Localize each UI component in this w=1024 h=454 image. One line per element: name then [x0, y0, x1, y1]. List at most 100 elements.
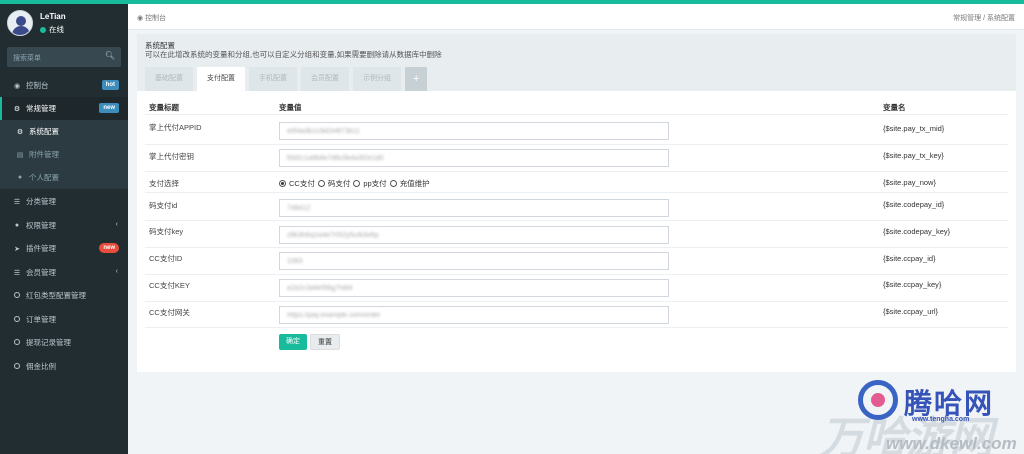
new-badge: new — [99, 103, 119, 113]
hot-badge: hot — [101, 80, 119, 90]
list-icon: ☰ — [13, 198, 21, 206]
breadcrumb: ◉ 控制台 常规管理 / 系统配置 — [128, 4, 1024, 30]
online-dot-icon — [40, 26, 46, 33]
column-header-name: 变量名 — [883, 103, 906, 112]
rocket-icon: ➤ — [14, 245, 20, 253]
var-name: {$site.ccpay_id} — [883, 254, 936, 263]
add-tab-button[interactable]: + — [405, 67, 428, 91]
radio-cc[interactable] — [279, 180, 286, 187]
sidebar-item-commission[interactable]: 佣金比例 — [0, 355, 128, 378]
sidebar-item-general[interactable]: ⚙ 常规管理 new — [0, 97, 128, 120]
sidebar-item-withdraw[interactable]: 提现记录管理 — [0, 331, 128, 354]
circle-icon — [14, 362, 20, 369]
tab-example[interactable]: 示例分组 — [353, 67, 401, 91]
row-label: 掌上代付APPID — [149, 123, 202, 132]
ccpay-id-input[interactable]: 1083 — [279, 252, 669, 270]
divider — [145, 114, 1008, 115]
config-tabs: 基础配置 支付配置 手机配置 会员配置 示例分组 + — [145, 67, 428, 91]
var-name: {$site.pay_now} — [883, 178, 936, 187]
divider — [145, 144, 1008, 145]
user-panel: LeTian 在线 — [0, 4, 128, 42]
cogs-icon: ⚙ — [13, 105, 21, 113]
divider — [145, 171, 1008, 172]
chevron-left-icon: ‹ — [115, 221, 118, 228]
divider — [145, 192, 1008, 193]
circle-icon — [14, 338, 20, 345]
file-icon: ▤ — [16, 151, 24, 159]
radio-codepay[interactable] — [317, 180, 325, 187]
tab-member[interactable]: 会员配置 — [301, 67, 349, 91]
sidebar-item-redpacket[interactable]: 红包类型配置管理 — [0, 284, 128, 307]
sidebar-item-dashboard[interactable]: ◉ 控制台 hot — [0, 74, 128, 97]
row-label: CC支付KEY — [149, 281, 190, 290]
tab-payment[interactable]: 支付配置 — [197, 67, 245, 91]
divider — [145, 220, 1008, 221]
panel-description: 可以在此增改系统的变量和分组,也可以自定义分组和变量,如果需要删除请从数据库中删… — [145, 50, 442, 59]
row-label: CC支付网关 — [149, 308, 190, 317]
watermark-url: www.tengha.com — [912, 416, 970, 423]
search-placeholder: 搜索菜单 — [13, 55, 41, 62]
sidebar-item-attachments[interactable]: ▤ 附件管理 — [0, 143, 128, 166]
ccpay-url-input[interactable]: https://pay.example.com/order — [279, 306, 669, 324]
sidebar-search-input[interactable]: 搜索菜单 🔍︎ — [7, 47, 121, 67]
config-panel: 系统配置 可以在此增改系统的变量和分组,也可以自定义分组和变量,如果需要删除请从… — [137, 34, 1016, 372]
ccpay-key-input[interactable]: a1b2c3d4e5f6g7h8i9 — [279, 279, 669, 297]
dashboard-icon: ◉ — [137, 15, 146, 22]
var-name: {$site.pay_tx_key} — [883, 151, 944, 160]
row-label: CC支付ID — [149, 254, 183, 263]
chevron-left-icon: ‹ — [115, 268, 118, 275]
tab-mobile[interactable]: 手机配置 — [249, 67, 297, 91]
avatar[interactable] — [7, 10, 33, 36]
row-label: 码支付key — [149, 227, 184, 236]
var-name: {$site.codepay_key} — [883, 227, 951, 236]
watermark-domain: www.dkewl.com — [886, 434, 1017, 453]
sidebar-item-orders[interactable]: 订单管理 — [0, 308, 128, 331]
user-status: 在线 — [40, 24, 64, 35]
var-name: {$site.pay_tx_mid} — [883, 124, 945, 133]
radio-maintenance[interactable] — [389, 180, 397, 187]
var-name: {$site.codepay_id} — [883, 200, 945, 209]
row-label: 掌上代付密钥 — [149, 152, 194, 161]
secret-input[interactable]: f0d2c1a9b8e7d6c5b4a3f2e1d0 — [279, 149, 669, 167]
gear-icon: ⚙ — [16, 128, 24, 136]
user-name: LeTian — [40, 12, 66, 21]
confirm-button[interactable]: 确定 — [279, 334, 307, 350]
tab-basic[interactable]: 基础配置 — [145, 67, 193, 91]
sidebar-item-category[interactable]: ☰ 分类管理 — [0, 190, 128, 213]
radio-pp[interactable] — [353, 180, 361, 187]
codepay-id-input[interactable]: 748412 — [279, 199, 669, 217]
column-header-value: 变量值 — [279, 103, 302, 112]
panel-header: 系统配置 可以在此增改系统的变量和分组,也可以自定义分组和变量,如果需要删除请从… — [137, 34, 1016, 91]
divider — [145, 327, 1008, 328]
divider — [145, 301, 1008, 302]
circle-icon — [14, 291, 20, 298]
group-icon: ● — [14, 222, 20, 229]
row-label: 码支付id — [149, 201, 178, 210]
sidebar-item-system-config[interactable]: ⚙ 系统配置 — [0, 120, 128, 143]
watermark-logo-icon — [858, 380, 898, 420]
divider — [145, 247, 1008, 248]
divider — [145, 274, 1008, 275]
watermark: 万哈游网 腾哈网 www.tengha.com www.dkewl.com — [820, 376, 1020, 454]
new-badge: new — [99, 243, 119, 253]
column-header-title: 变量标题 — [149, 103, 179, 112]
breadcrumb-home[interactable]: ◉ 控制台 — [137, 13, 166, 23]
search-icon[interactable]: 🔍︎ — [105, 51, 115, 60]
dashboard-icon: ◉ — [13, 82, 21, 90]
user-icon: ● — [17, 174, 23, 181]
var-name: {$site.ccpay_key} — [883, 280, 942, 289]
appid-input[interactable]: e0f4a3b1c9d2e8f73b11 — [279, 122, 669, 140]
sidebar-item-member[interactable]: ☰ 会员管理 ‹ — [0, 261, 128, 284]
sidebar: LeTian 在线 搜索菜单 🔍︎ ◉ 控制台 hot ⚙ 常规管理 new ⚙ 系统… — [0, 4, 128, 454]
pay-select-radios: CC支付 码支付 pp支付 充值维护 — [279, 178, 430, 189]
circle-icon — [14, 315, 20, 322]
var-name: {$site.ccpay_url} — [883, 307, 939, 316]
list-icon: ☰ — [13, 269, 21, 277]
codepay-key-input[interactable]: z8k3h6q1w4e7r0t2y5u9i3o6p — [279, 226, 669, 244]
breadcrumb-path[interactable]: 常规管理 / 系统配置 — [953, 13, 1015, 23]
row-label: 支付选择 — [149, 179, 179, 188]
sidebar-item-permission[interactable]: ● 权限管理 ‹ — [0, 214, 128, 237]
sidebar-item-plugin[interactable]: ➤ 插件管理 new — [0, 237, 128, 260]
sidebar-item-profile[interactable]: ● 个人配置 — [0, 166, 128, 189]
reset-button[interactable]: 重置 — [310, 334, 340, 350]
